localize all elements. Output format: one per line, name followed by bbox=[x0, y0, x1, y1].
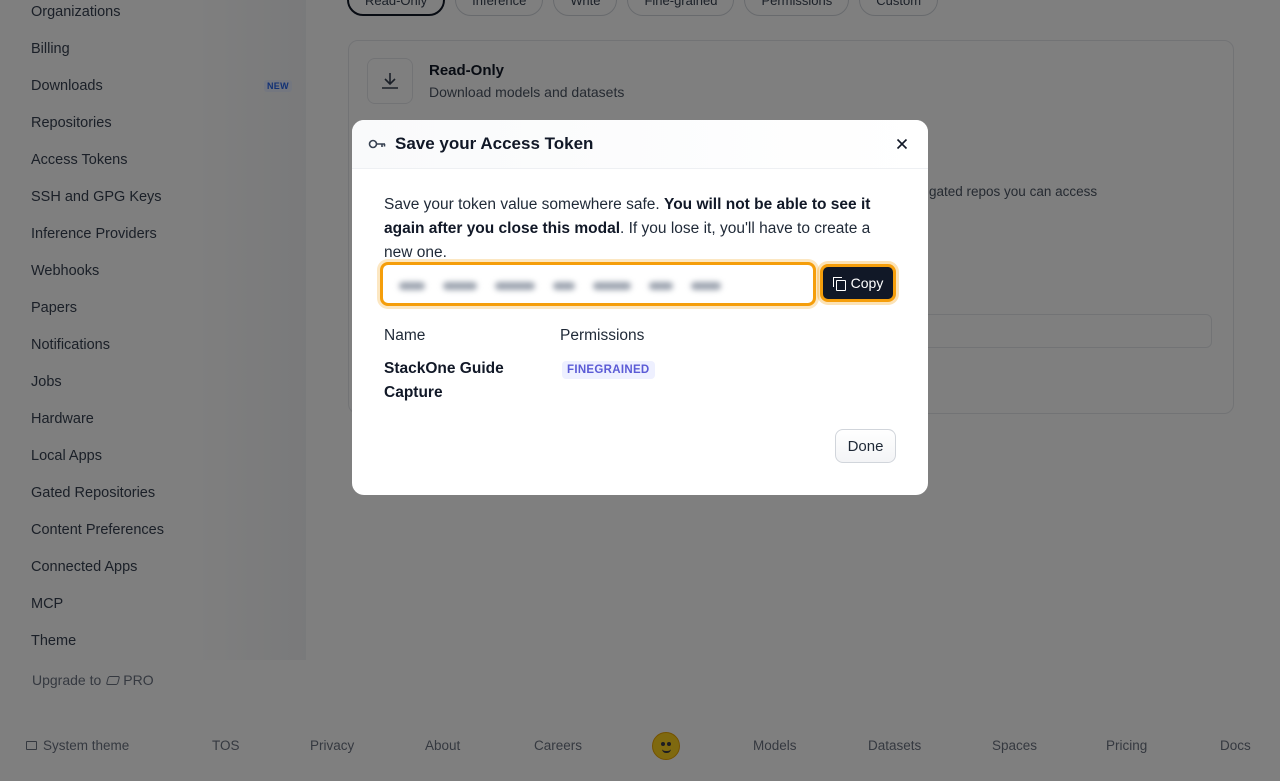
name-column-header: Name bbox=[384, 327, 426, 344]
token-value-field[interactable] bbox=[380, 262, 816, 306]
modal-message: Save your token value somewhere safe. Yo… bbox=[384, 193, 899, 265]
copy-label: Copy bbox=[850, 275, 884, 291]
copy-icon bbox=[832, 276, 846, 291]
token-name: StackOne Guide Capture bbox=[384, 360, 504, 401]
permissions-column-header: Permissions bbox=[560, 327, 645, 344]
key-icon bbox=[368, 139, 386, 149]
close-icon[interactable] bbox=[894, 136, 910, 152]
done-button[interactable]: Done bbox=[835, 429, 896, 463]
message-plain-1: Save your token value somewhere safe. bbox=[384, 196, 665, 213]
token-value-blurred bbox=[399, 280, 791, 292]
copy-button[interactable]: Copy bbox=[820, 264, 896, 302]
permission-badge: FINEGRAINED bbox=[562, 361, 655, 379]
modal-title: Save your Access Token bbox=[395, 134, 594, 153]
save-token-modal: Save your Access Token Save your token v… bbox=[352, 120, 928, 495]
modal-header: Save your Access Token bbox=[352, 120, 928, 169]
